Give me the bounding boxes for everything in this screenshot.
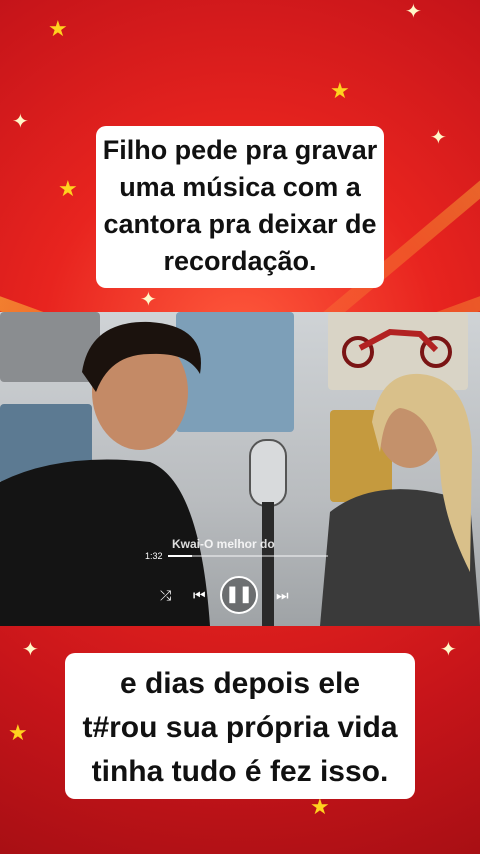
caption-bottom-line: e dias depois ele <box>119 667 361 700</box>
next-icon[interactable]: ⏭ <box>276 587 289 604</box>
star-icon: ★ <box>330 78 350 103</box>
star-icon: ★ <box>58 176 78 201</box>
caption-top-line: cantora pra deixar de <box>103 209 377 239</box>
caption-top-line: uma música com a <box>119 172 361 202</box>
previous-icon[interactable]: ⏮ <box>193 587 206 604</box>
video-progress-bar[interactable] <box>168 555 328 557</box>
video-progress-fill <box>168 555 192 557</box>
shuffle-icon[interactable]: ⤮ <box>160 587 171 604</box>
sparkle-icon: ✦ <box>140 289 157 311</box>
video-watermark: Kwai-O melhor do <box>172 537 275 551</box>
video-time: 1:32 <box>145 551 163 561</box>
caption-top-line: recordação. <box>163 246 317 276</box>
star-icon: ★ <box>310 794 330 819</box>
star-icon: ★ <box>8 720 28 745</box>
sparkle-icon: ✦ <box>22 639 39 661</box>
sparkle-icon: ✦ <box>430 127 447 149</box>
sparkle-icon: ✦ <box>440 639 457 661</box>
caption-bottom: e dias depois ele t#rou sua própria vida… <box>65 653 415 799</box>
caption-top-line: Filho pede pra gravar <box>102 135 378 165</box>
pause-button[interactable]: ❚❚ <box>220 576 258 614</box>
caption-bottom-line: tinha tudo é fez isso. <box>91 755 389 788</box>
star-icon: ★ <box>48 16 68 41</box>
caption-bottom-line: t#rou sua própria vida <box>82 711 398 744</box>
caption-top: Filho pede pra gravar uma música com a c… <box>96 126 384 288</box>
sparkle-icon: ✦ <box>405 1 422 23</box>
sparkle-icon: ✦ <box>12 111 29 133</box>
